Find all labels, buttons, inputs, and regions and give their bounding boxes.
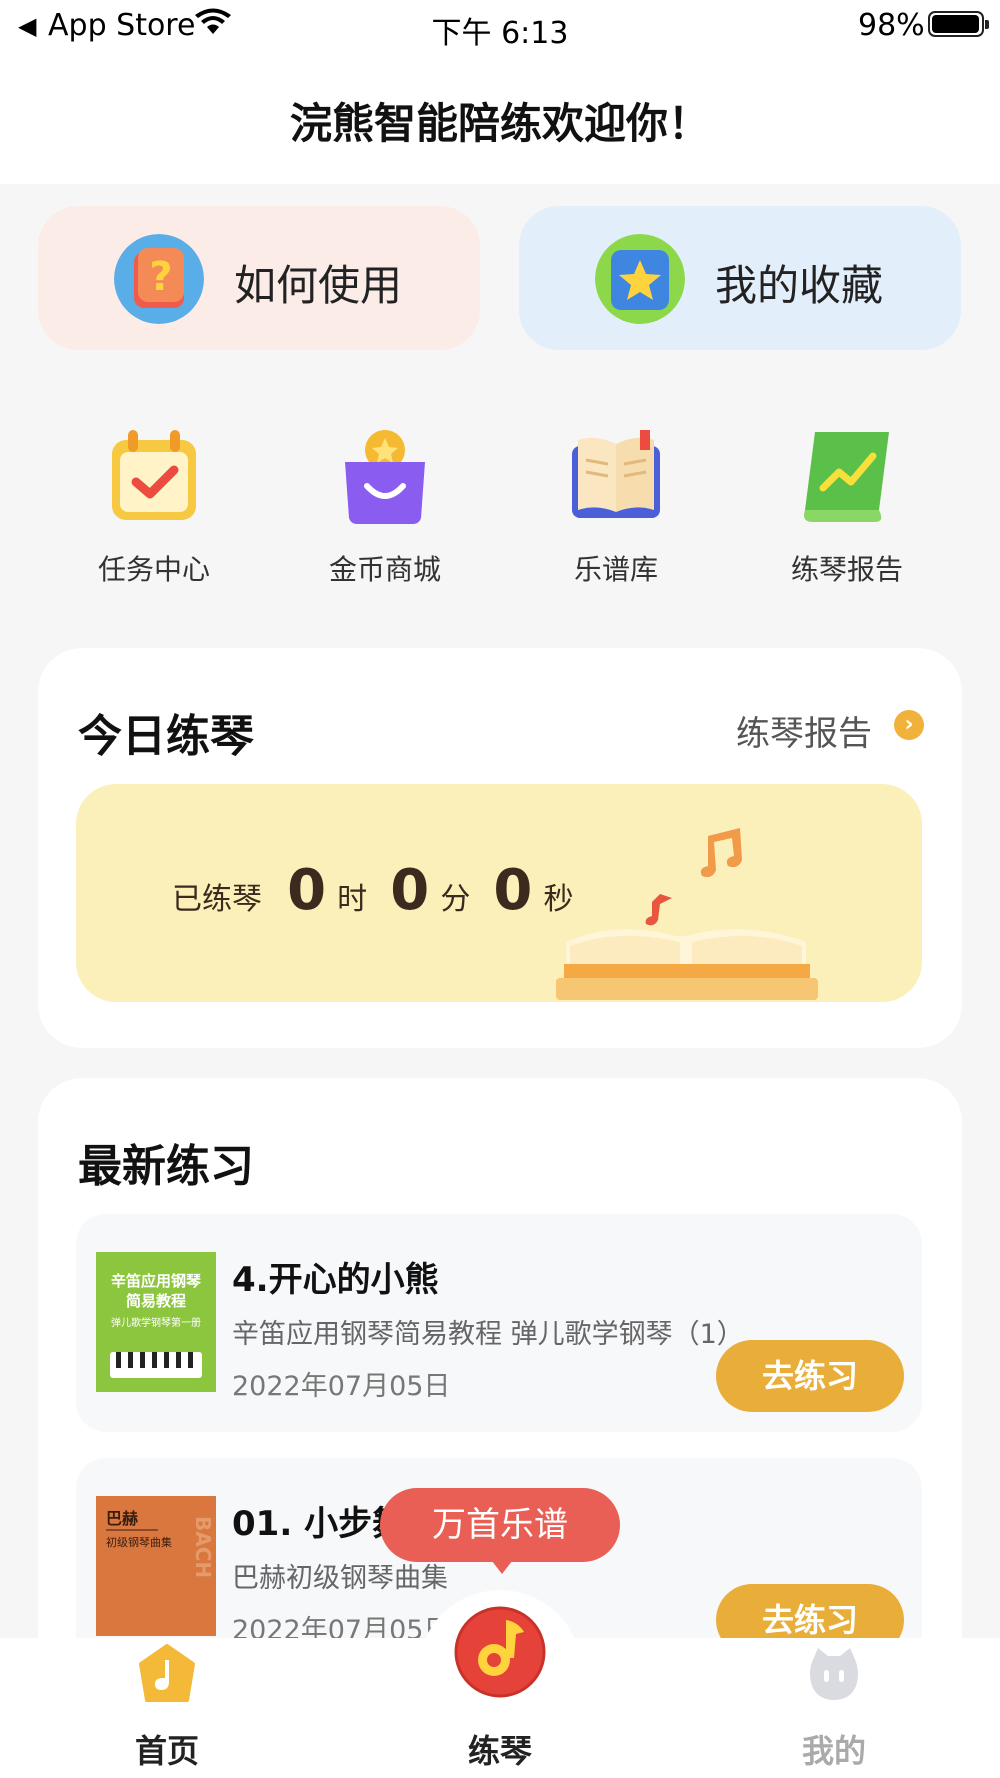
hours-value: 0	[287, 858, 327, 923]
practice-item-book: 辛笛应用钢琴简易教程 弹儿歌学钢琴（1）	[232, 1319, 744, 1350]
page-title: 浣熊智能陪练欢迎你！	[289, 99, 710, 148]
svg-text:辛笛应用钢琴: 辛笛应用钢琴	[111, 1272, 202, 1290]
tab-home[interactable]: 首页	[67, 1644, 267, 1770]
question-icon: ?	[114, 234, 204, 324]
latest-practice-title: 最新练习	[78, 1141, 254, 1192]
battery-percent: 98%	[858, 8, 925, 43]
today-practice-card: 今日练琴 练琴报告 › 已练琴 0 时 0 分 0 秒	[38, 648, 962, 1048]
quick-coin-shop-label: 金币商城	[328, 553, 441, 586]
book-cover-image: 辛笛应用钢琴 简易教程 弹儿歌学钢琴第一册	[96, 1252, 216, 1392]
tab-mine-label: 我的	[801, 1732, 866, 1770]
practice-item[interactable]: 辛笛应用钢琴 简易教程 弹儿歌学钢琴第一册 4.开心的小熊 辛笛应用钢琴简易教程…	[76, 1214, 922, 1432]
open-book-music-illustration	[556, 828, 818, 1000]
tab-mine[interactable]: 我的	[734, 1644, 934, 1770]
quick-sheet-library-label: 乐谱库	[573, 553, 658, 586]
tab-practice-label: 练琴	[467, 1732, 532, 1770]
svg-text:弹儿歌学钢琴第一册: 弹儿歌学钢琴第一册	[111, 1316, 201, 1329]
clock: 下午 6:13	[431, 16, 569, 51]
practiced-label: 已练琴	[172, 882, 262, 917]
sheet-music-book-icon	[572, 430, 660, 518]
today-practice-panel: 已练琴 0 时 0 分 0 秒	[76, 784, 922, 1002]
quick-sheet-library[interactable]: 乐谱库	[506, 426, 726, 586]
practice-time-summary: 已练琴 0 时 0 分 0 秒	[172, 858, 573, 923]
report-chart-icon	[804, 432, 889, 522]
book-cover-image: 巴赫 初级钢琴曲集 BACH	[96, 1496, 216, 1636]
go-practice-button[interactable]: 去练习	[716, 1340, 904, 1412]
profile-raccoon-icon	[810, 1648, 858, 1700]
home-music-icon	[139, 1644, 195, 1702]
task-calendar-icon	[112, 430, 196, 520]
svg-text:简易教程: 简易教程	[126, 1292, 186, 1310]
practice-music-note-icon	[454, 1606, 546, 1698]
seconds-value: 0	[493, 858, 533, 923]
page-header: 浣熊智能陪练欢迎你！	[0, 52, 1000, 184]
practice-report-link[interactable]: 练琴报告	[736, 706, 872, 755]
how-to-use-label: 如何使用	[234, 261, 403, 310]
sheet-music-tooltip[interactable]: 万首乐谱	[380, 1488, 620, 1562]
hours-unit: 时	[337, 882, 368, 917]
svg-text:巴赫: 巴赫	[106, 1509, 138, 1528]
quick-coin-shop[interactable]: 金币商城	[275, 426, 495, 586]
minutes-value: 0	[390, 858, 430, 923]
favorites-card[interactable]: 我的收藏	[519, 206, 961, 350]
quick-task-center[interactable]: 任务中心	[44, 426, 264, 586]
coin-shop-bag-icon	[345, 430, 425, 524]
quick-practice-report-label: 练琴报告	[790, 553, 903, 586]
svg-text:?: ?	[149, 254, 172, 300]
svg-text:初级钢琴曲集: 初级钢琴曲集	[106, 1535, 172, 1549]
quick-practice-report[interactable]: 练琴报告	[737, 426, 957, 586]
tooltip-tail	[488, 1556, 516, 1574]
star-icon	[595, 234, 685, 324]
tab-practice[interactable]: 练琴	[400, 1606, 600, 1770]
svg-text:BACH: BACH	[191, 1516, 215, 1578]
minutes-unit: 分	[440, 882, 471, 917]
practice-item-date: 2022年07月05日	[232, 1371, 451, 1402]
how-to-use-card[interactable]: ? 如何使用	[38, 206, 480, 350]
today-practice-title: 今日练琴	[78, 711, 254, 762]
chevron-right-icon[interactable]: ›	[894, 710, 924, 740]
quick-task-center-label: 任务中心	[97, 553, 210, 586]
status-bar: ◀ App Store 下午 6:13 98%	[0, 0, 1000, 52]
favorites-label: 我的收藏	[715, 261, 884, 310]
practice-item-title: 4.开心的小熊	[232, 1260, 439, 1300]
tab-home-label: 首页	[134, 1732, 199, 1770]
battery-icon	[928, 11, 989, 37]
